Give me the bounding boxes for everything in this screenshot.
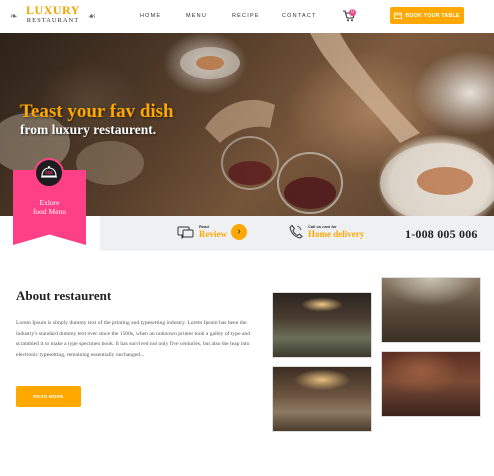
read-more-button[interactable]: READ MORE [16,386,81,407]
explore-line1: Exlore [39,198,60,207]
restaurant-photo-1[interactable] [272,292,372,358]
review-chat-icon [177,226,194,239]
explore-menu-label[interactable]: Exlore food Menu [13,198,86,216]
nav-home[interactable]: HOME [140,13,161,19]
dish-icon: $$$ [41,166,57,178]
book-table-label: BOOK YOUR TABLE [405,12,460,19]
about-text: Lorem Ipsum is simply dummy text of the … [16,320,251,358]
brand-logo[interactable]: ❧ LUXURY RESTAURANT ☙ [10,4,96,28]
hero-title: Teast your fav dish [20,101,174,122]
calendar-icon [394,12,403,19]
phone-icon [289,224,303,239]
explore-icon-circle: $$$ [34,158,64,188]
about-title: About restaurent [16,288,112,303]
nav-recipe[interactable]: RECIPE [232,13,260,19]
delivery-link[interactable]: Home delivery [308,229,364,239]
nav-contact[interactable]: CONTACT [282,13,317,19]
hero-subtitle: from luxury restaurent. [20,122,157,137]
restaurant-photo-2[interactable] [381,277,481,343]
review-arrow-button[interactable]: › [231,224,247,240]
flourish-left-icon: ❧ [10,12,18,22]
phone-number[interactable]: 1-008 005 006 [405,227,478,242]
brand-line1: LUXURY [26,3,80,17]
flourish-right-icon: ☙ [87,12,96,22]
book-table-button[interactable]: BOOK YOUR TABLE [390,7,464,24]
explore-line2: food Menu [32,207,67,216]
nav-menu[interactable]: MENU [186,13,207,19]
cart-count-badge: 0 [349,9,356,16]
chevron-right-icon: › [237,226,241,237]
brand-line2: RESTAURANT [26,17,80,24]
site-header: ❧ LUXURY RESTAURANT ☙ HOME MENU RECIPE C… [0,0,494,33]
svg-text:$$$: $$$ [45,170,53,175]
review-link[interactable]: Review [199,229,227,239]
restaurant-photo-4[interactable] [381,351,481,417]
restaurant-photo-3[interactable] [272,366,372,432]
